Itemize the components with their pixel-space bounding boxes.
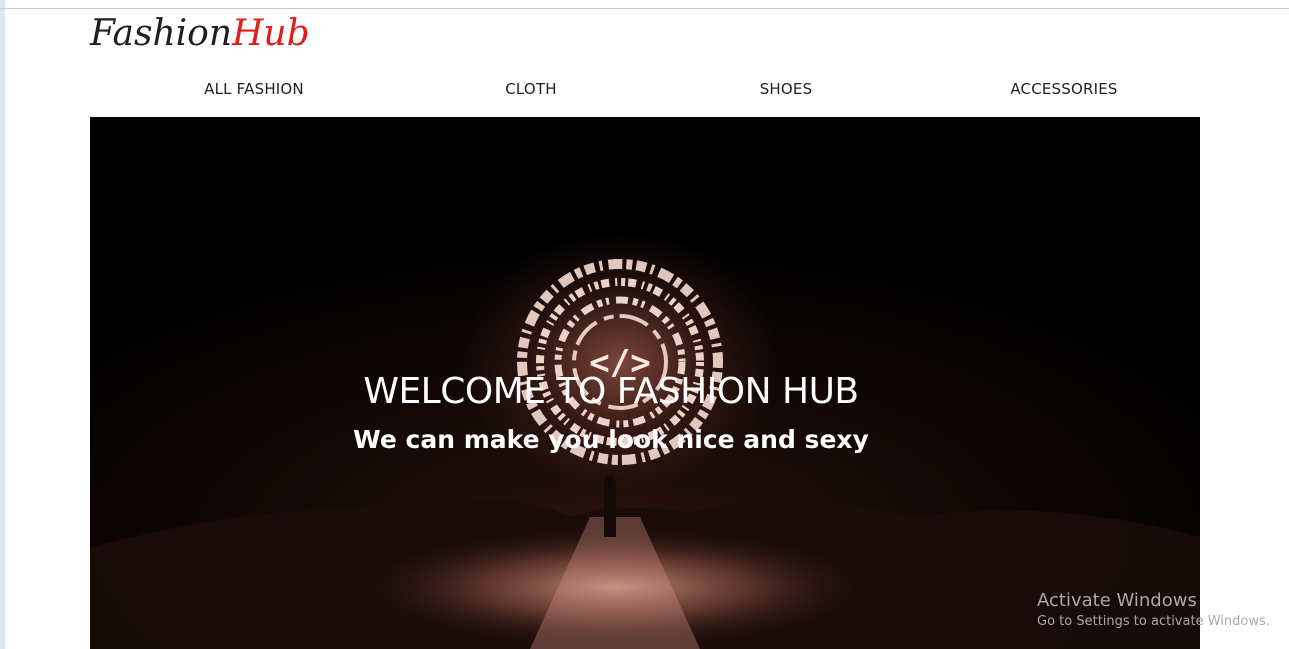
brand-logo[interactable]: FashionHub — [90, 12, 310, 56]
hero-subtitle: We can make you look nice and sexy — [353, 425, 869, 454]
nav-item-accessories[interactable]: ACCESSORIES — [1010, 80, 1117, 98]
watermark-subtitle: Go to Settings to activate Windows. — [1037, 614, 1270, 629]
header-top-border — [0, 8, 1289, 9]
watermark-title: Activate Windows — [1037, 590, 1197, 611]
hero-banner: </> WELCOME TO FASHION HUB We can make y… — [90, 117, 1200, 649]
nav-item-cloth[interactable]: CLOTH — [505, 80, 557, 98]
activate-windows-watermark: Activate Windows Go to Settings to activ… — [1037, 590, 1270, 632]
main-nav: ALL FASHION CLOTH SHOES ACCESSORIES — [0, 80, 1289, 104]
nav-item-shoes[interactable]: SHOES — [760, 80, 813, 98]
brand-logo-part2: Hub — [232, 13, 310, 54]
terrain-graphic — [90, 476, 1200, 649]
hero-title: WELCOME TO FASHION HUB — [363, 371, 859, 412]
nav-item-all-fashion[interactable]: ALL FASHION — [204, 80, 304, 98]
standing-figure — [604, 487, 616, 537]
brand-logo-part1: Fashion — [90, 13, 233, 54]
